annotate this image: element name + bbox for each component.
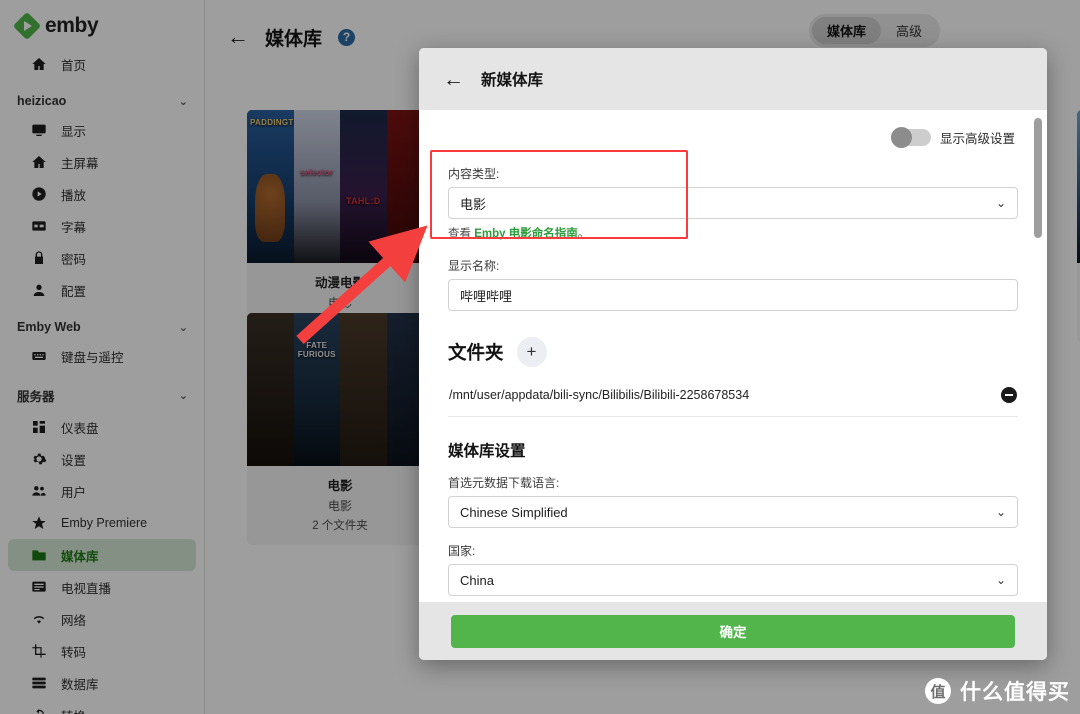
content-type-select[interactable]: 电影 ⌄	[448, 187, 1018, 219]
metadata-language-label: 首选元数据下载语言:	[448, 476, 560, 490]
chevron-down-icon: ⌄	[995, 196, 1006, 210]
folder-list-item: /mnt/user/appdata/bili-sync/Bilibilis/Bi…	[448, 381, 1018, 417]
dialog-footer: 确定	[419, 602, 1047, 660]
chevron-down-icon: ⌄	[995, 573, 1006, 587]
advanced-settings-toggle[interactable]	[890, 127, 931, 148]
country-label: 国家:	[448, 544, 476, 558]
metadata-language-select[interactable]: Chinese Simplified ⌄	[448, 496, 1018, 528]
advanced-toggle-label: 显示高级设置	[939, 132, 1015, 146]
watermark-text: 什么值得买	[960, 681, 1070, 704]
remove-folder-button[interactable]	[1001, 387, 1017, 403]
country-select[interactable]: China ⌄	[448, 564, 1018, 596]
add-folder-button[interactable]: +	[516, 337, 547, 367]
folder-path: /mnt/user/appdata/bili-sync/Bilibilis/Bi…	[449, 388, 750, 402]
dialog-back-button[interactable]: ←	[443, 69, 464, 90]
hint-suffix: 。	[577, 228, 590, 240]
display-name-field: 显示名称: 哔哩哔哩	[448, 257, 1018, 311]
watermark: 值 什么值得买	[925, 676, 1070, 706]
dialog-body: 显示高级设置 内容类型: 电影 ⌄ 查看 Emby 电影命名指南。 显示名称: …	[419, 110, 1047, 602]
library-settings-title: 媒体库设置	[448, 443, 526, 460]
dialog-header: ← 新媒体库	[419, 48, 1047, 110]
folders-section-title: 文件夹	[448, 342, 504, 363]
content-type-value: 电影	[460, 196, 487, 212]
content-type-field: 内容类型: 电影 ⌄ 查看 Emby 电影命名指南。	[448, 165, 1018, 241]
naming-guide-hint: 查看 Emby 电影命名指南。	[448, 225, 1018, 241]
new-library-dialog: ← 新媒体库 显示高级设置 内容类型: 电影 ⌄ 查看 Emby 电影命名指南。	[419, 48, 1047, 660]
confirm-button[interactable]: 确定	[451, 614, 1015, 648]
dialog-scrollbar[interactable]	[1034, 118, 1042, 238]
metadata-language-field: 首选元数据下载语言: Chinese Simplified ⌄	[448, 474, 1018, 528]
naming-guide-link[interactable]: Emby 电影命名指南	[474, 228, 578, 240]
display-name-label: 显示名称:	[448, 259, 500, 273]
dialog-title: 新媒体库	[481, 72, 544, 89]
watermark-badge-icon: 值	[925, 678, 951, 704]
folders-section-header: 文件夹 +	[448, 337, 1018, 367]
hint-prefix: 查看	[448, 228, 475, 240]
screen: emby 首页 heizicao ⌄ 显示 主屏幕 播放 字幕 密码 配置 Em…	[0, 0, 1080, 714]
country-field: 国家: China ⌄	[448, 542, 1018, 596]
content-type-label: 内容类型:	[448, 167, 500, 181]
chevron-down-icon: ⌄	[995, 505, 1006, 519]
metadata-language-value: Chinese Simplified	[460, 504, 568, 520]
advanced-toggle-row: 显示高级设置	[448, 127, 1015, 148]
country-value: China	[460, 572, 494, 588]
display-name-input[interactable]: 哔哩哔哩	[448, 279, 1018, 311]
